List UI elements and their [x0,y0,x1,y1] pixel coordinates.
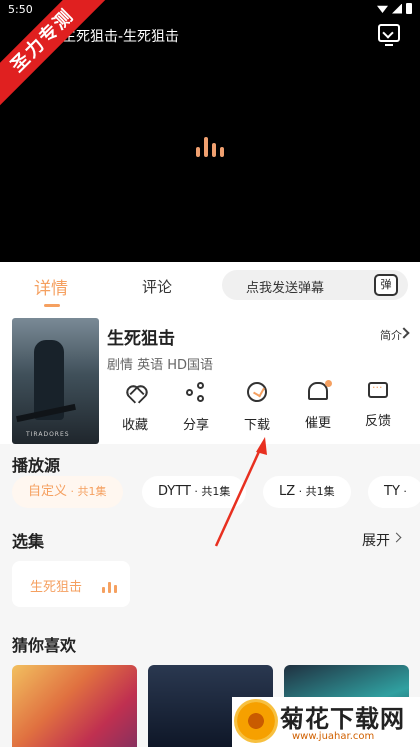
tab-comment[interactable]: 评论 [142,276,172,297]
heart-icon [125,382,145,402]
danmu-placeholder: 点我发送弹幕 [246,281,325,296]
episode-label: 生死狙击 [30,580,83,595]
action-row: 收藏 分享 下载 催更 反馈 [107,380,407,442]
source-list: 自定义 · 共1集 DYTT · 共1集 LZ · 共1集 TY · [12,476,420,508]
tab-detail[interactable]: 详情 [34,274,68,299]
urge-update-button[interactable]: 催更 [290,380,346,431]
episode-item[interactable]: 生死狙击 [12,561,130,607]
site-watermark: 菊花下载网 www.juahar.com [232,697,420,747]
app-page: 5:50 生死狙击-生死狙击 圣力专测 详情 评论 点我发送弹幕 弹 TIRAD… [0,0,420,747]
danmu-input[interactable]: 点我发送弹幕 弹 [222,270,408,300]
cast-tv-icon[interactable] [378,24,400,46]
movie-tags: 剧情 英语 HD国语 [107,358,214,373]
source-count: · [399,485,407,498]
recommend-card-1[interactable] [12,665,137,747]
feedback-icon [368,381,388,398]
source-count: · 共1集 [295,485,335,498]
source-chip[interactable]: TY · [368,476,420,508]
source-chip[interactable]: 自定义 · 共1集 [12,476,123,508]
download-button[interactable]: 下载 [229,382,285,433]
feedback-label: 反馈 [364,414,391,429]
battery-icon [406,3,412,14]
watermark-url: www.juahar.com [292,731,375,742]
source-name: LZ [279,484,296,499]
watermark-name: 菊花下载网 [280,705,405,733]
download-label: 下载 [243,418,270,433]
expand-button[interactable]: 展开 [362,530,390,550]
flower-logo-icon [234,699,278,743]
source-chip[interactable]: LZ · 共1集 [263,476,351,508]
movie-info: TIRADORES 生死狙击 剧情 英语 HD国语 简介 收藏 分享 下载 催更… [0,310,420,444]
episode-section-title: 选集 [12,532,45,551]
status-icons [377,3,412,14]
source-name: DYTT [158,484,191,499]
source-section-title: 播放源 [12,456,61,475]
loading-indicator [196,135,224,157]
source-count: · 共1集 [67,485,107,498]
share-icon [186,382,206,402]
status-time: 5:50 [8,3,33,16]
wifi-icon [377,5,388,13]
favorite-button[interactable]: 收藏 [107,382,163,433]
download-icon [247,382,267,402]
feedback-button[interactable]: 反馈 [350,381,406,429]
danmu-toggle-icon[interactable]: 弹 [374,274,398,296]
share-button[interactable]: 分享 [168,382,224,433]
source-name: 自定义 [28,484,68,499]
intro-link[interactable]: 简介 [380,327,402,343]
source-chip[interactable]: DYTT · 共1集 [142,476,247,508]
favorite-label: 收藏 [121,418,148,433]
share-label: 分享 [182,418,209,433]
playing-icon [102,581,117,593]
poster-title: TIRADORES [26,431,70,438]
chevron-right-icon[interactable] [391,532,402,543]
urge-update-label: 催更 [304,416,331,431]
source-name: TY [384,484,400,499]
movie-title: 生死狙击 [107,329,175,349]
movie-poster: TIRADORES [12,318,99,444]
source-count: · 共1集 [190,485,231,498]
tab-active-indicator [44,304,60,307]
video-title: 生死狙击-生死狙击 [62,29,180,45]
recommend-section-title: 猜你喜欢 [12,636,77,655]
bell-icon [308,380,332,400]
signal-icon [392,3,402,14]
tab-bar: 详情 评论 点我发送弹幕 弹 [0,262,420,310]
